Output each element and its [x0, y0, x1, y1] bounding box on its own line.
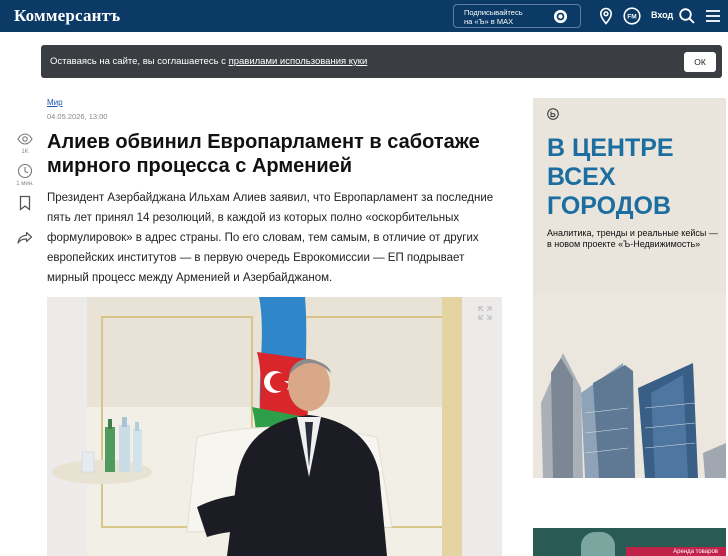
bookmark-icon[interactable]	[17, 195, 33, 211]
max-chat-icon	[553, 9, 568, 24]
article-date: 04.05.2026, 13:00	[47, 112, 108, 121]
login-link[interactable]: Вход	[651, 10, 673, 20]
article-photo[interactable]	[47, 297, 502, 556]
share-icon[interactable]	[17, 229, 33, 245]
kommersant-ad-logo-icon	[547, 108, 559, 120]
eye-icon	[17, 133, 33, 145]
location-pin-icon[interactable]	[597, 7, 615, 25]
menu-icon[interactable]	[704, 7, 722, 25]
subscribe-max-button[interactable]: Подписывайтесь на «Ъ» в MAX	[453, 4, 581, 28]
article-rubric-link[interactable]: Мир	[47, 98, 63, 107]
ad-title: В ЦЕНТРЕ ВСЕХ ГОРОДОВ	[547, 134, 674, 220]
read-time: 1 мин.	[16, 181, 34, 187]
search-icon[interactable]	[678, 7, 696, 25]
cookie-ok-button[interactable]: ОК	[684, 52, 716, 72]
photo-illustration	[47, 297, 502, 556]
site-logo[interactable]: Коммерсантъ	[14, 6, 120, 26]
svg-text:FM: FM	[627, 14, 636, 21]
ad-banner-text: Аренда товаров	[673, 549, 718, 555]
cookie-banner: Оставаясь на сайте, вы соглашаетесь с пр…	[41, 45, 722, 78]
realty-ad-banner[interactable]: В ЦЕНТРЕ ВСЕХ ГОРОДОВ Аналитика, тренды …	[533, 98, 726, 478]
article-lead: Президент Азербайджана Ильхам Алиев заяв…	[47, 192, 494, 284]
secondary-ad-banner[interactable]: Аренда товаров	[533, 528, 726, 556]
cookie-policy-link[interactable]: правилами использования куки	[229, 56, 368, 67]
subscribe-max-label: Подписывайтесь на «Ъ» в MAX	[464, 8, 523, 26]
ad-person-illustration	[581, 532, 615, 556]
ad-subtitle: Аналитика, тренды и реальные кейсы — в н…	[547, 228, 718, 249]
skyscrapers-illustration	[533, 293, 726, 478]
views-count: 1K	[21, 149, 29, 155]
radio-fm-icon[interactable]: FM	[623, 7, 641, 25]
cookie-text: Оставаясь на сайте, вы соглашаетесь с пр…	[50, 56, 368, 67]
expand-icon[interactable]	[478, 306, 492, 320]
site-header: Коммерсантъ Подписывайтесь на «Ъ» в MAX …	[0, 0, 728, 32]
article-title: Алиев обвинил Европарламент в саботаже м…	[47, 131, 480, 177]
clock-icon	[17, 163, 33, 179]
